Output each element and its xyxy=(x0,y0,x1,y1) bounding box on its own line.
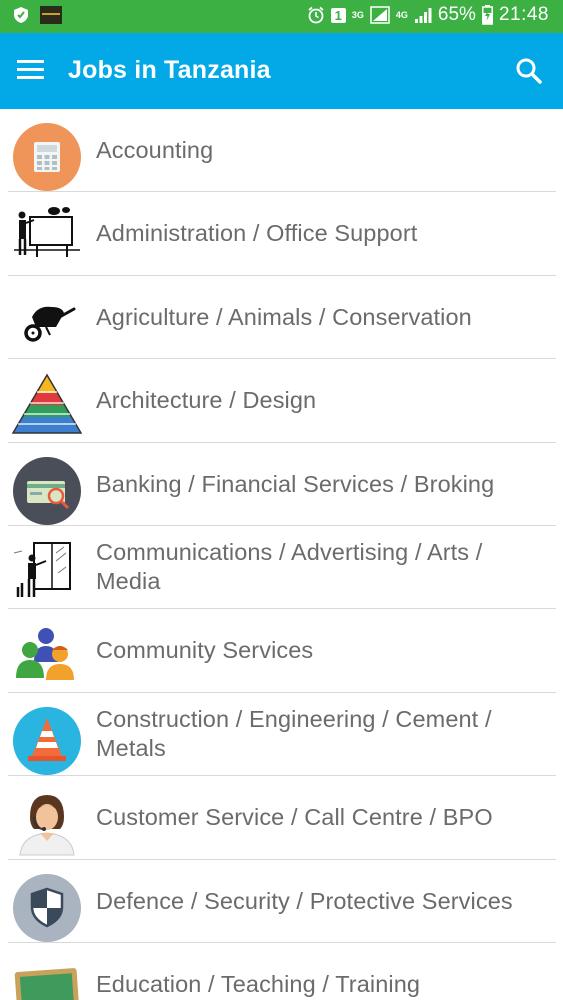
category-item-customer-service[interactable]: Customer Service / Call Centre / BPO xyxy=(0,776,563,860)
category-label: Architecture / Design xyxy=(96,387,317,414)
people-group-icon xyxy=(12,622,82,692)
pyramid-icon xyxy=(11,372,83,442)
category-label: Education / Teaching / Training xyxy=(96,970,421,997)
category-label: Customer Service / Call Centre / BPO xyxy=(96,804,493,831)
battery-charging-icon xyxy=(482,5,493,25)
category-item-accounting[interactable]: Accounting xyxy=(0,109,563,193)
category-item-administration[interactable]: Administration / Office Support xyxy=(0,192,563,276)
network-type-2: 4G xyxy=(395,10,408,20)
search-icon[interactable] xyxy=(513,55,545,87)
page-title: Jobs in Tanzania xyxy=(68,56,271,84)
signal-bars-icon xyxy=(414,8,432,23)
category-item-banking[interactable]: Banking / Financial Services / Broking xyxy=(0,443,563,526)
calculator-icon xyxy=(12,122,82,192)
category-item-architecture[interactable]: Architecture / Design xyxy=(0,359,563,443)
wheelbarrow-icon xyxy=(12,289,82,359)
presenter-window-icon xyxy=(12,539,82,609)
shield-notification-icon xyxy=(14,7,28,23)
app-notification-icon xyxy=(40,6,62,24)
category-item-construction[interactable]: Construction / Engineering / Cement / Me… xyxy=(0,693,563,777)
sim-badge: 1 xyxy=(330,7,346,23)
signal-strength-icon xyxy=(370,6,390,24)
traffic-cone-icon xyxy=(12,706,82,776)
category-label: Construction / Engineering / Cement / Me… xyxy=(96,706,492,762)
battery-percent: 65% xyxy=(437,4,476,25)
category-item-defence[interactable]: Defence / Security / Protective Services xyxy=(0,860,563,943)
category-label: Agriculture / Animals / Conservation xyxy=(96,303,472,330)
category-item-communications[interactable]: Communications / Advertising / Arts / Me… xyxy=(0,526,563,610)
alarm-icon xyxy=(308,6,324,24)
presentation-board-icon xyxy=(12,205,82,275)
clock: 21:48 xyxy=(498,4,549,25)
category-item-community-services[interactable]: Community Services xyxy=(0,609,563,693)
category-label: Defence / Security / Protective Services xyxy=(96,887,513,914)
bank-card-icon xyxy=(12,456,82,526)
status-bar: 1 3G 4G 65% 21:48 xyxy=(0,0,563,33)
hamburger-menu-icon[interactable] xyxy=(17,58,45,82)
category-item-agriculture[interactable]: Agriculture / Animals / Conservation xyxy=(0,276,563,360)
category-list: Accounting Administration / Office Suppo… xyxy=(0,109,563,1000)
category-item-education[interactable]: Education / Teaching / Training xyxy=(0,943,563,1000)
network-type-1: 3G xyxy=(351,10,364,20)
call-agent-icon xyxy=(12,789,82,859)
category-label: Banking / Financial Services / Broking xyxy=(96,470,495,497)
app-bar: Jobs in Tanzania xyxy=(0,33,563,109)
chalkboard-icon xyxy=(12,956,82,1000)
category-label: Communications / Advertising / Arts / Me… xyxy=(96,539,483,595)
shield-icon xyxy=(12,873,82,943)
category-label: Community Services xyxy=(96,637,314,664)
category-label: Accounting xyxy=(96,137,214,163)
category-label: Administration / Office Support xyxy=(96,220,418,247)
